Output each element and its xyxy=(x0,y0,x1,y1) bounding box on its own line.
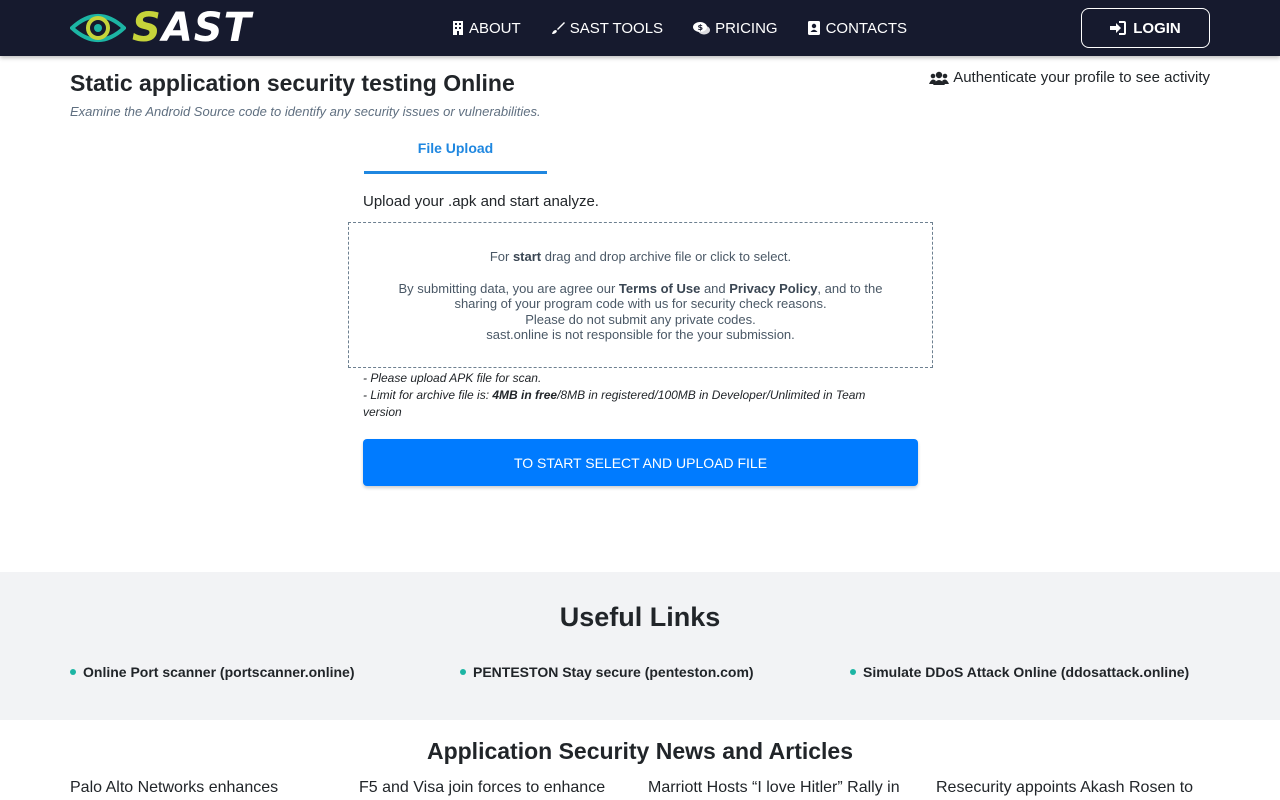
nav-label-pricing: Pricing xyxy=(715,19,778,37)
news-title: Application Security News and Articles xyxy=(426,738,854,764)
nav-item-pricing[interactable]: $ Pricing xyxy=(693,20,778,37)
useful-links-section: Useful Links Online Port scanner (portsc… xyxy=(0,572,1280,720)
auth-note-text: Authenticate your profile to see activit… xyxy=(953,69,1210,86)
link-portscanner[interactable]: Online Port scanner (portscanner.online) xyxy=(70,664,355,680)
paint-brush-icon xyxy=(551,22,565,34)
top-navbar: SAST About SAST Tools $ Pricing Contacts… xyxy=(0,0,1280,56)
dropzone-line-2: By submitting data, you are agree our Te… xyxy=(398,280,883,296)
nav-item-about[interactable]: About xyxy=(452,20,521,37)
bullet-dot-icon xyxy=(850,669,856,675)
link-ddosattack[interactable]: Simulate DDoS Attack Online (ddosattack.… xyxy=(850,664,1189,680)
logo-letter-s: S xyxy=(132,5,162,51)
dropzone-line-3: sharing of your program code with us for… xyxy=(454,296,827,311)
svg-text:$: $ xyxy=(698,23,704,32)
tab-file-upload[interactable]: File Upload xyxy=(364,134,547,174)
nav-item-sast-tools[interactable]: SAST Tools xyxy=(551,20,663,37)
login-button[interactable]: LOGIN xyxy=(1081,8,1210,48)
nav-label-contacts: Contacts xyxy=(825,19,907,37)
dropzone-line-5: sast.online is not responsible for the y… xyxy=(486,327,795,342)
logo-letters-ast: AST xyxy=(161,5,252,51)
terms-of-use-link[interactable]: Terms of Use xyxy=(619,281,700,296)
note-size-limit: - Limit for archive file is: 4MB in free… xyxy=(363,388,866,419)
logo-wordmark: SAST xyxy=(132,6,252,50)
eye-logo-icon xyxy=(70,14,126,42)
news-article-link[interactable]: F5 and Visa join forces to enhance xyxy=(359,779,634,797)
dropzone-line-4: Please do not submit any private codes. xyxy=(525,311,756,327)
address-book-icon xyxy=(807,21,820,35)
bullet-dot-icon xyxy=(70,669,76,675)
login-label: LOGIN xyxy=(1133,19,1181,37)
building-icon xyxy=(453,21,463,35)
sign-in-icon xyxy=(1110,21,1127,35)
link-penteston[interactable]: PENTESTON Stay secure (penteston.com) xyxy=(460,664,754,680)
file-dropzone[interactable]: For start drag and drop archive file or … xyxy=(348,222,933,368)
page-title: Static application security testing Onli… xyxy=(70,70,515,96)
useful-links-title: Useful Links xyxy=(559,602,721,632)
privacy-policy-link[interactable]: Privacy Policy xyxy=(729,281,817,296)
news-article-link[interactable]: Resecurity appoints Akash Rosen to xyxy=(936,779,1211,797)
comments-dollar-icon: $ xyxy=(693,22,711,35)
upload-notes: - Please upload APK file for scan. - Lim… xyxy=(363,370,903,421)
upload-intro: Upload your .apk and start analyze. xyxy=(363,193,599,210)
news-article-link[interactable]: Marriott Hosts “I love Hitler” Rally in xyxy=(648,779,923,797)
users-icon xyxy=(929,71,950,85)
nav-label-sast-tools: SAST Tools xyxy=(569,19,664,37)
note-apk-only: - Please upload APK file for scan. xyxy=(363,371,542,385)
page-subtitle: Examine the Android Source code to ident… xyxy=(70,104,541,119)
news-article-link[interactable]: Palo Alto Networks enhances xyxy=(70,779,345,797)
nav-label-about: About xyxy=(469,19,521,37)
upload-file-button[interactable]: To start select and upload file xyxy=(363,439,918,486)
bullet-dot-icon xyxy=(460,669,466,675)
main-nav: About SAST Tools $ Pricing Contacts xyxy=(452,0,907,56)
nav-item-contacts[interactable]: Contacts xyxy=(807,19,907,37)
auth-note[interactable]: Authenticate your profile to see activit… xyxy=(929,69,1210,86)
dropzone-line-1: For start drag and drop archive file or … xyxy=(489,249,792,264)
dropzone-start-word: start xyxy=(512,249,542,264)
site-logo[interactable]: SAST xyxy=(70,6,252,50)
